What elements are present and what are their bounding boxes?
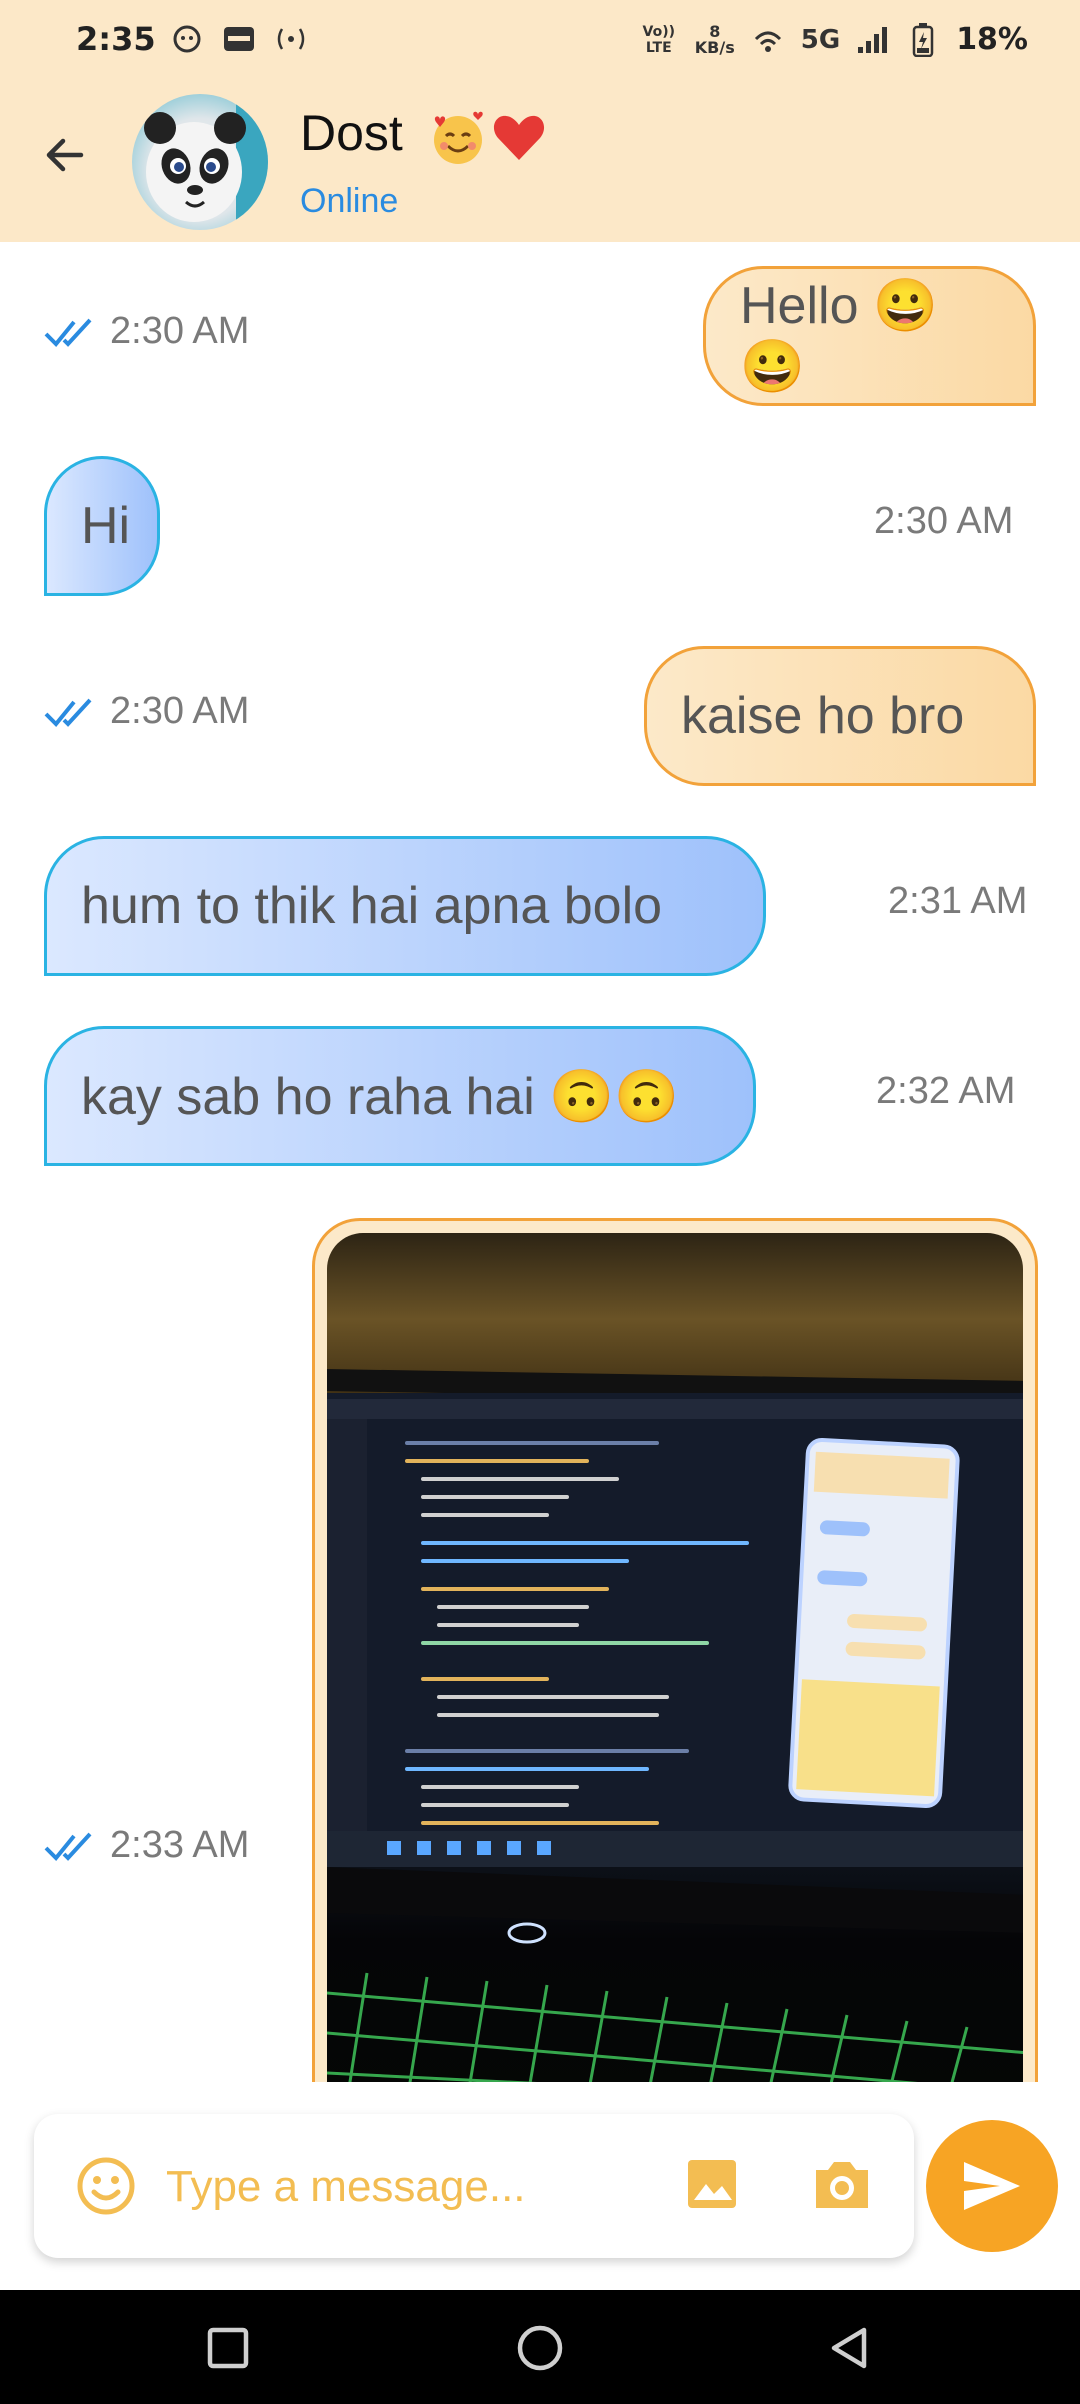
panda-avatar-image <box>144 94 268 230</box>
message-time: 2:30 AM <box>110 310 250 352</box>
back-button[interactable] <box>38 128 92 182</box>
message-text: hum to thik hai apna bolo <box>81 877 663 935</box>
message-text: Hello 😀😀 <box>740 277 938 396</box>
back-nav-button[interactable] <box>820 2318 880 2378</box>
triangle-back-icon <box>831 2327 867 2369</box>
double-check-read-icon <box>44 698 92 727</box>
outgoing-message-bubble[interactable]: Hello 😀😀 <box>703 266 1036 406</box>
battery-percent: 18% <box>956 22 1028 57</box>
contact-online-status: Online <box>300 182 399 220</box>
message-time: 2:30 AM <box>874 500 1014 542</box>
smiling-face-with-hearts-emoji <box>434 111 483 164</box>
message-meta: 2:30 AM <box>44 310 249 353</box>
status-bar: 2:35 Vo)) LTE 8 KB/s 5G 18% <box>0 0 1080 88</box>
message-text: kay sab ho raha hai 🙃🙃 <box>81 1067 679 1126</box>
emoji-button[interactable] <box>76 2156 136 2216</box>
incoming-message-bubble[interactable]: kay sab ho raha hai 🙃🙃 <box>44 1026 756 1166</box>
network-speed: 8 KB/s <box>694 23 735 57</box>
incoming-message-bubble[interactable]: Hi <box>44 456 160 596</box>
send-button[interactable] <box>926 2120 1058 2252</box>
message-time: 2:30 AM <box>110 690 250 732</box>
red-heart-emoji <box>493 115 545 160</box>
gallery-icon <box>688 2160 736 2208</box>
message-time: 2:33 AM <box>110 1824 250 1866</box>
double-check-read-icon <box>44 1832 92 1861</box>
status-notification-icons <box>170 22 308 56</box>
double-check-read-icon <box>44 318 92 347</box>
message-meta: 2:30 AM <box>874 500 1013 543</box>
message-meta: 2:32 AM <box>876 1070 1015 1113</box>
message-list[interactable]: 2:30 AM Hello 😀😀 Hi 2:30 AM 2:30 AM kais… <box>0 242 1080 2082</box>
circle-home-icon <box>517 2325 563 2371</box>
wifi-calling-icon <box>751 23 785 57</box>
message-text: Hi <box>81 497 131 555</box>
chat-header: Dost Online <box>0 88 1080 242</box>
message-time: 2:31 AM <box>888 880 1028 922</box>
message-text: kaise ho bro <box>681 687 965 745</box>
emoji-icon <box>77 2157 135 2215</box>
message-meta: 2:33 AM <box>44 1824 249 1867</box>
status-time: 2:35 <box>76 20 156 58</box>
gallery-button[interactable] <box>684 2156 744 2216</box>
back-arrow-icon <box>46 138 84 172</box>
outgoing-message-bubble[interactable]: kaise ho bro <box>644 646 1036 786</box>
incoming-message-bubble[interactable]: hum to thik hai apna bolo <box>44 836 766 976</box>
message-input[interactable] <box>164 2146 668 2228</box>
hotspot-icon <box>274 22 308 56</box>
camera-icon <box>816 2162 868 2208</box>
signal-icon <box>856 23 890 57</box>
system-navigation-bar <box>0 2290 1080 2404</box>
contact-avatar[interactable] <box>132 94 268 230</box>
laptop-screen-photo <box>327 1369 1023 2082</box>
speed-unit: KB/s <box>694 37 735 57</box>
camera-button[interactable] <box>810 2154 874 2218</box>
battery-icon <box>906 22 940 57</box>
home-button[interactable] <box>510 2318 570 2378</box>
send-icon <box>964 2162 1020 2210</box>
recents-button[interactable] <box>198 2318 258 2378</box>
outgoing-image-message[interactable] <box>312 1218 1038 2082</box>
paytm-icon <box>222 22 256 56</box>
volte-indicator: Vo)) LTE <box>642 23 676 56</box>
contact-name: Dost <box>300 105 403 161</box>
message-meta: 2:31 AM <box>888 880 1027 923</box>
message-composer <box>34 2114 914 2258</box>
message-time: 2:32 AM <box>876 1070 1016 1112</box>
status-right: Vo)) LTE 8 KB/s 5G 18% <box>639 22 1028 57</box>
network-type: 5G <box>800 24 841 55</box>
square-recents-icon <box>207 2327 249 2369</box>
shared-photo[interactable] <box>327 1233 1023 2082</box>
app-notification-icon <box>170 22 204 56</box>
contact-name-emojis <box>428 108 548 168</box>
message-meta: 2:30 AM <box>44 690 249 733</box>
